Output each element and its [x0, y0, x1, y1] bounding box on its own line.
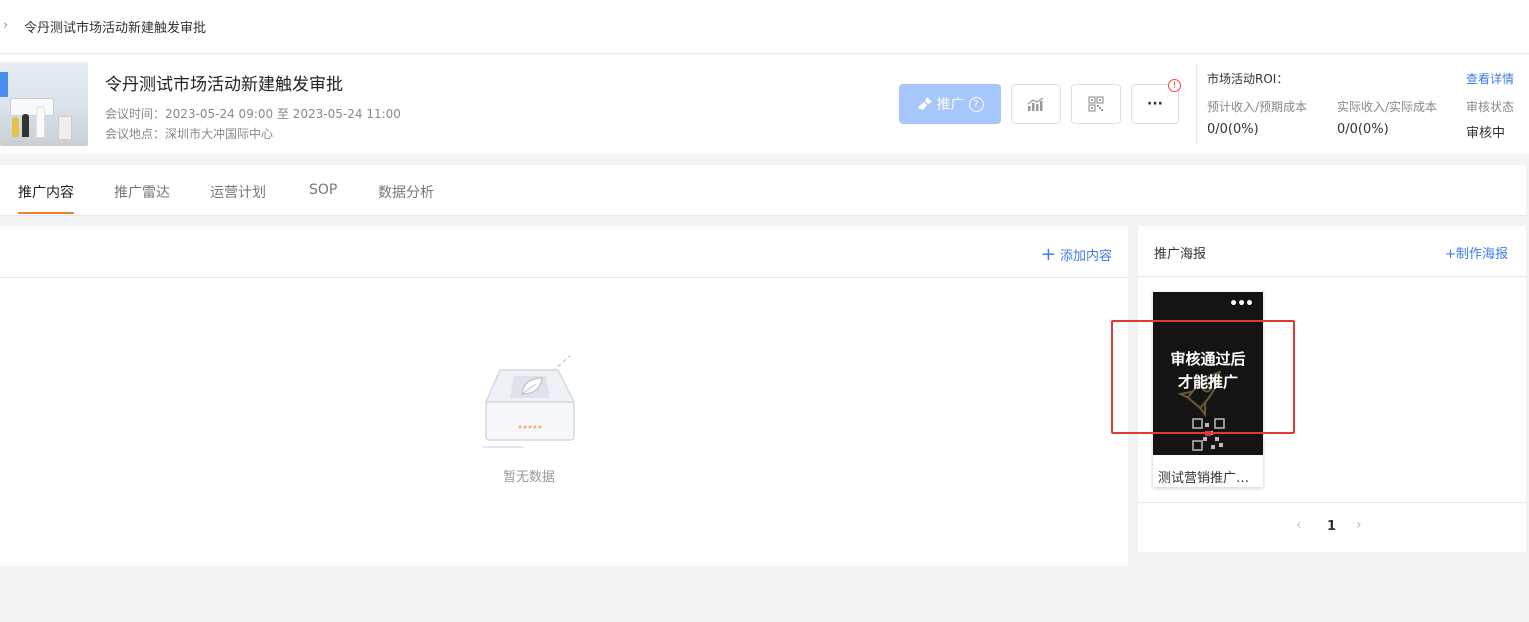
roi-status-value: 审核中 — [1466, 126, 1506, 141]
active-tab-underline — [18, 212, 74, 214]
tab-sop[interactable]: SOP — [309, 182, 337, 198]
add-content-button[interactable]: + 添加内容 — [1041, 245, 1112, 264]
roi-divider — [1196, 63, 1197, 145]
poster-divider — [1138, 276, 1526, 277]
tab-operation-plan[interactable]: 运营计划 — [210, 182, 266, 202]
cover-person — [22, 114, 29, 137]
qr-code-button[interactable] — [1071, 84, 1121, 124]
roi-expected-value: 0/0(0%) — [1207, 122, 1259, 137]
cover-stripe — [0, 72, 8, 97]
cover-person — [36, 106, 45, 138]
content-divider — [0, 277, 1128, 278]
roi-expected-label: 预计收入/预期成本 — [1207, 100, 1308, 114]
make-poster-button[interactable]: +制作海报 — [1445, 243, 1508, 262]
alert-icon[interactable]: ! — [1168, 79, 1181, 92]
empty-state-text: 暂无数据 — [502, 470, 555, 485]
more-icon: ··· — [1147, 96, 1163, 112]
tab-bar: 推广内容 推广雷达 运营计划 SOP 数据分析 — [0, 165, 1526, 216]
qr-code-icon — [1088, 96, 1104, 112]
pager-prev-icon[interactable]: ‹ — [1296, 517, 1302, 533]
promote-label: 推广 — [936, 97, 965, 113]
roi-actual-value: 0/0(0%) — [1337, 122, 1389, 137]
add-content-label: 添加内容 — [1059, 249, 1112, 264]
view-details-link[interactable]: 查看详情 — [1466, 70, 1514, 87]
breadcrumb: › 令丹测试市场活动新建触发审批 — [0, 0, 1529, 54]
trend-chart-icon — [1027, 97, 1044, 111]
poster-menu-icon[interactable]: ••• — [1229, 296, 1254, 312]
roi-actual-label: 实际收入/实际成本 — [1337, 100, 1438, 114]
event-cover-image[interactable] — [0, 62, 88, 146]
pager-page-1[interactable]: 1 — [1327, 519, 1336, 534]
tab-promotion-content[interactable]: 推广内容 — [18, 182, 74, 202]
breadcrumb-current: 令丹测试市场活动新建触发审批 — [24, 21, 207, 36]
cover-podium — [58, 116, 72, 140]
chevron-right-icon[interactable]: › — [3, 18, 8, 33]
help-icon[interactable]: ? — [968, 96, 984, 112]
tab-promotion-radar[interactable]: 推广雷达 — [114, 182, 170, 202]
page-title: 令丹测试市场活动新建触发审批 — [105, 75, 343, 95]
roi-title: 市场活动ROI： — [1207, 72, 1289, 86]
poster-name: 测试营销推广… — [1158, 471, 1250, 486]
plus-icon: + — [1040, 243, 1056, 265]
highlight-annotation — [1111, 320, 1295, 434]
pager-divider — [1138, 502, 1526, 503]
roi-status-label: 审核状态 — [1466, 100, 1515, 114]
broom-icon — [917, 97, 932, 110]
cover-screen — [10, 98, 54, 116]
promotion-content-panel: + 添加内容 暂无数据 — [0, 226, 1128, 566]
event-header: 令丹测试市场活动新建触发审批 会议时间：2023-05-24 09:00 至 2… — [0, 55, 1529, 154]
empty-inbox-icon — [482, 355, 576, 448]
pager-next-icon[interactable]: › — [1356, 517, 1362, 533]
poster-panel-title: 推广海报 — [1154, 247, 1207, 262]
event-time: 会议时间：2023-05-24 09:00 至 2023-05-24 11:00 — [105, 107, 401, 121]
event-place: 会议地点：深圳市大冲国际中心 — [105, 127, 274, 141]
analytics-button[interactable] — [1011, 84, 1061, 124]
cover-person — [12, 117, 19, 137]
tab-data-analysis[interactable]: 数据分析 — [378, 182, 434, 202]
promote-button[interactable]: 推广 ? — [899, 84, 1001, 124]
